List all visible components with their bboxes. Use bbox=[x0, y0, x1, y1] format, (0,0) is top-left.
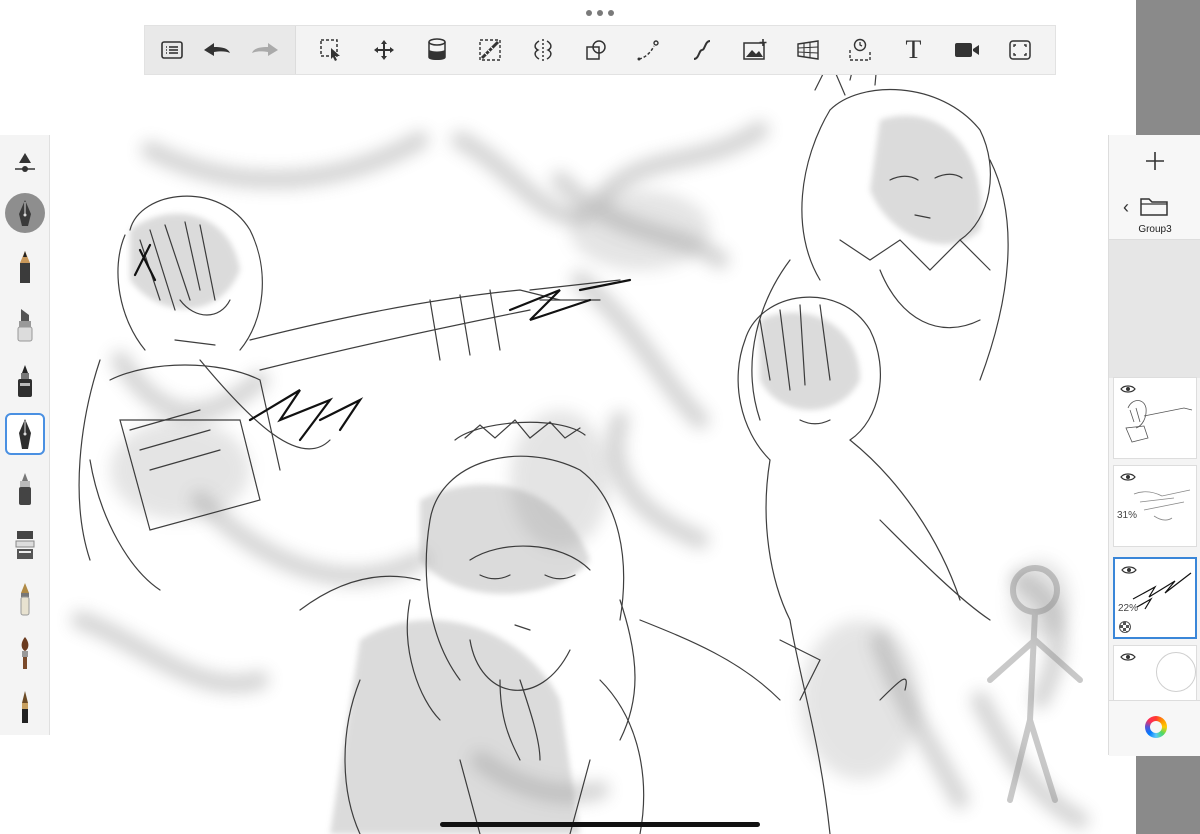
eye-icon[interactable] bbox=[1120, 472, 1136, 482]
layer-empty-area bbox=[1109, 240, 1200, 378]
shapes-icon[interactable] bbox=[569, 26, 622, 74]
time-lapse-icon[interactable] bbox=[834, 26, 887, 74]
color-wheel-icon[interactable] bbox=[1145, 716, 1167, 738]
symmetry-icon[interactable] bbox=[516, 26, 569, 74]
text-icon[interactable]: T bbox=[887, 26, 940, 74]
eye-icon[interactable] bbox=[1120, 652, 1136, 662]
layer-1[interactable] bbox=[1113, 377, 1197, 459]
top-toolbar: T bbox=[144, 25, 1056, 75]
brush-palette bbox=[0, 135, 50, 735]
layer-3[interactable]: 22% bbox=[1113, 557, 1197, 639]
marker-brush-icon[interactable] bbox=[5, 305, 45, 345]
color-section bbox=[1109, 700, 1200, 756]
fine-brush-icon[interactable] bbox=[5, 687, 45, 727]
history-group bbox=[145, 26, 296, 74]
undo-icon[interactable] bbox=[193, 26, 241, 74]
transform-icon[interactable] bbox=[357, 26, 410, 74]
tools-group: T bbox=[296, 26, 1046, 74]
ink-brush-icon[interactable] bbox=[5, 361, 45, 401]
add-image-icon[interactable] bbox=[728, 26, 781, 74]
transparency-lock-icon[interactable] bbox=[1119, 621, 1131, 633]
current-brush-icon[interactable] bbox=[5, 193, 45, 233]
airbrush-icon[interactable] bbox=[5, 469, 45, 509]
eye-icon[interactable] bbox=[1121, 565, 1137, 575]
layer-opacity: 31% bbox=[1117, 510, 1138, 521]
chevron-left-icon[interactable]: ‹ bbox=[1123, 197, 1129, 218]
layer-panel-header: ‹ Group3 bbox=[1109, 135, 1200, 240]
eye-icon[interactable] bbox=[1120, 384, 1136, 394]
brush-settings-icon[interactable] bbox=[5, 143, 45, 183]
record-icon[interactable] bbox=[940, 26, 993, 74]
drawing-canvas[interactable] bbox=[0, 0, 1136, 834]
layer-panel: ‹ Group3 31% 22% bbox=[1108, 135, 1200, 756]
add-layer-button[interactable] bbox=[1139, 145, 1171, 177]
toolbar-drag-handle[interactable] bbox=[586, 8, 614, 18]
list-icon[interactable] bbox=[151, 26, 193, 74]
pencil-brush-icon[interactable] bbox=[5, 247, 45, 287]
perspective-icon[interactable] bbox=[781, 26, 834, 74]
plus-icon bbox=[1146, 152, 1164, 170]
background-color-swatch[interactable] bbox=[1156, 652, 1196, 692]
sketch-artwork bbox=[71, 29, 1089, 834]
calligraphy-pen-icon[interactable] bbox=[5, 579, 45, 619]
folder-icon[interactable] bbox=[1139, 195, 1169, 217]
fountain-pen-brush-icon[interactable] bbox=[5, 413, 45, 455]
fullscreen-icon[interactable] bbox=[993, 26, 1046, 74]
fill-icon[interactable] bbox=[410, 26, 463, 74]
layer-2[interactable]: 31% bbox=[1113, 465, 1197, 547]
ruler-icon[interactable] bbox=[463, 26, 516, 74]
chisel-brush-icon[interactable] bbox=[5, 525, 45, 565]
stroke-icon[interactable] bbox=[675, 26, 728, 74]
curve-icon[interactable] bbox=[622, 26, 675, 74]
paint-brush-icon[interactable] bbox=[5, 633, 45, 673]
layer-opacity: 22% bbox=[1118, 603, 1139, 614]
selection-icon[interactable] bbox=[304, 26, 357, 74]
redo-icon[interactable] bbox=[241, 26, 289, 74]
group-name: Group3 bbox=[1138, 224, 1172, 235]
home-indicator bbox=[440, 822, 760, 827]
